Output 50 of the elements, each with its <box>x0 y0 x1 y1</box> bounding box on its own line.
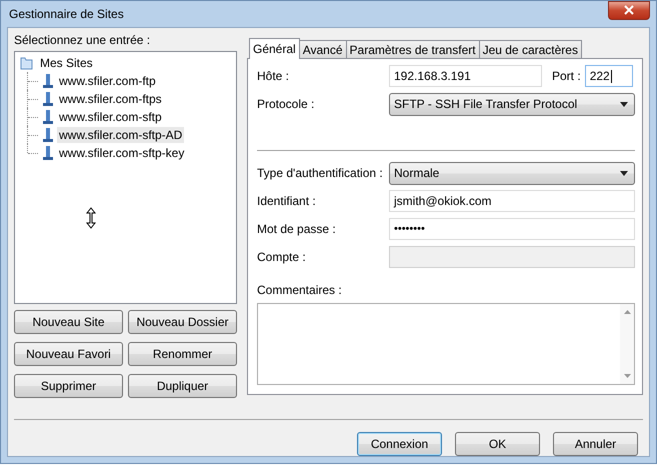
field-label: Mot de passe : <box>257 222 337 236</box>
close-icon <box>624 5 634 15</box>
input-field[interactable]: jsmith@okiok.com <box>389 190 635 212</box>
field-label: Protocole : <box>257 97 316 111</box>
server-icon <box>42 73 54 89</box>
site-list-label: Sélectionnez une entrée : <box>14 33 152 49</box>
server-icon <box>42 109 54 125</box>
field-label: Compte : <box>257 250 307 264</box>
dropdown-arrow-icon <box>620 102 628 106</box>
site-action-button[interactable]: Nouveau Dossier <box>128 310 237 334</box>
scroll-down-icon <box>624 374 630 378</box>
site-action-button[interactable]: Nouveau Favori <box>14 342 123 366</box>
comments-field[interactable] <box>257 303 635 385</box>
resize-cursor-icon <box>86 207 96 229</box>
dropdown-arrow-icon <box>620 170 628 176</box>
site-action-button[interactable]: Nouveau Site <box>14 310 123 334</box>
password-field[interactable]: •••••••• <box>389 218 635 240</box>
tab[interactable]: Paramètres de transfert <box>346 40 480 58</box>
dialog-button[interactable]: Connexion <box>357 432 442 456</box>
folder-icon <box>19 55 35 71</box>
field-label: Commentaires : <box>257 283 343 297</box>
auth-type-dropdown[interactable]: Normale <box>389 162 635 184</box>
port-field[interactable]: 222 <box>584 65 633 87</box>
tab[interactable]: Avancé <box>298 40 347 58</box>
site-action-button[interactable]: Dupliquer <box>128 374 237 398</box>
scrollbar[interactable] <box>620 304 634 384</box>
tree-item[interactable]: www.sfiler.com-ftp <box>57 73 158 89</box>
field-label: Port : <box>552 69 581 83</box>
field-label: Type d'authentification : <box>257 166 384 180</box>
server-icon <box>42 91 54 107</box>
field-label: Identifiant : <box>257 194 317 208</box>
tab[interactable]: Général <box>249 38 300 59</box>
tree-item[interactable]: www.sfiler.com-sftp-key <box>57 145 186 161</box>
protocol-dropdown[interactable]: SFTP - SSH File Transfer Protocol <box>389 92 635 116</box>
tree-item[interactable]: www.sfiler.com-sftp <box>57 109 164 125</box>
tab[interactable]: Jeu de caractères <box>478 40 582 58</box>
dialog-button[interactable]: Annuler <box>553 432 638 456</box>
field-label: Hôte : <box>257 69 290 83</box>
host-field[interactable]: 192.168.3.191 <box>389 65 542 87</box>
tree-item[interactable]: www.sfiler.com-sftp-AD <box>57 127 184 143</box>
window-title: Gestionnaire de Sites <box>8 7 124 21</box>
tree-item[interactable]: www.sfiler.com-ftps <box>57 91 164 107</box>
site-action-button[interactable]: Supprimer <box>14 374 123 398</box>
server-icon <box>42 127 54 143</box>
scroll-up-icon <box>624 310 630 314</box>
close-button[interactable] <box>608 0 650 20</box>
server-icon <box>42 145 54 161</box>
dialog-button[interactable]: OK <box>455 432 540 456</box>
tree-item[interactable]: Mes Sites <box>38 55 95 71</box>
site-action-button[interactable]: Renommer <box>128 342 237 366</box>
